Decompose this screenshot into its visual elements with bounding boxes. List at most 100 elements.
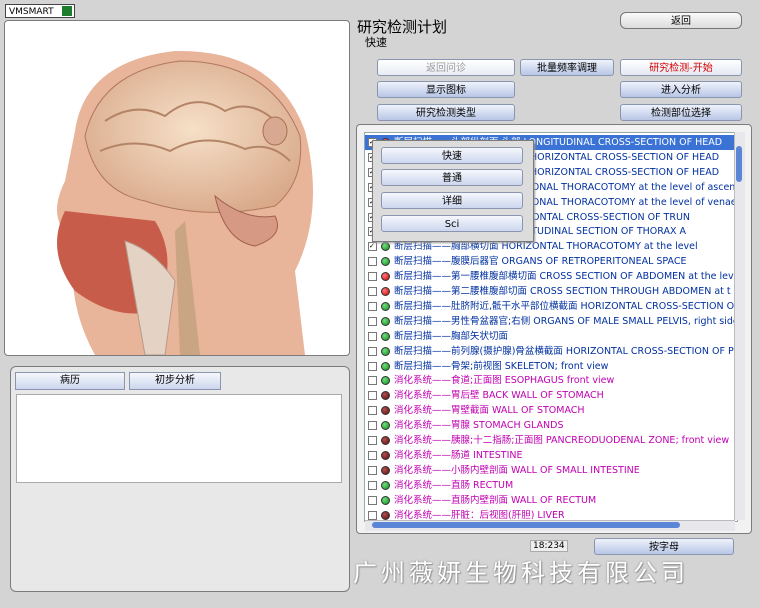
list-item[interactable]: 消化系统——直肠 RECTUM — [365, 478, 737, 493]
checkbox-unchecked[interactable] — [368, 301, 377, 311]
status-dot-icon — [381, 376, 390, 386]
checkbox-unchecked[interactable] — [368, 257, 377, 267]
logo-mark-icon — [62, 6, 72, 16]
list-item-label: 断层扫描——肚脐附近,骶干水平部位横截面 HORIZONTAL CROSS-SE… — [394, 300, 735, 312]
select-part-button[interactable]: 检测部位选择 — [620, 104, 742, 121]
status-dot-icon — [381, 510, 390, 520]
status-dot-icon — [381, 331, 390, 341]
history-text-area[interactable] — [16, 394, 342, 483]
status-dot-icon — [381, 346, 390, 356]
anatomy-image-panel — [4, 20, 350, 356]
list-horizontal-scroll-thumb[interactable] — [372, 522, 680, 528]
status-dot-icon — [381, 421, 390, 431]
logo-text: VMSMART — [9, 7, 54, 17]
checkbox-checked[interactable]: ✓ — [368, 242, 377, 252]
back-to-consult-button[interactable]: 返回问诊 — [377, 59, 515, 76]
status-dot-icon — [381, 480, 390, 490]
back-button[interactable]: 返回 — [620, 12, 742, 29]
checkbox-unchecked[interactable] — [368, 406, 377, 416]
list-item-label: 断层扫描——第一腰椎腹部横切面 CROSS SECTION OF ABDOMEN… — [394, 271, 738, 283]
popup-option-sci[interactable]: Sci — [381, 215, 523, 232]
list-item-label: 消化系统——胰腺;十二指肠;正面图 PANCREODUODENAL ZONE; … — [394, 435, 730, 446]
show-icon-button[interactable]: 显示图标 — [377, 81, 515, 98]
status-dot-icon — [381, 316, 390, 326]
list-item-label: 断层扫描——胸部横切面 HORIZONTAL THORACOTOMY at th… — [394, 241, 698, 253]
status-dot-icon — [381, 495, 390, 505]
status-timestamp: 18:234 — [530, 540, 568, 552]
list-item-label: 消化系统——肠道 INTESTINE — [394, 449, 523, 461]
status-dot-icon — [381, 465, 390, 475]
checkbox-unchecked[interactable] — [368, 331, 377, 341]
list-item[interactable]: 断层扫描——第二腰椎腹部切面 CROSS SECTION THROUGH ABD… — [365, 284, 737, 299]
checkbox-unchecked[interactable] — [368, 495, 377, 505]
status-dot-icon — [381, 301, 390, 311]
status-dot-icon — [381, 361, 390, 371]
research-type-popup: 快速 普通 详细 Sci — [372, 140, 534, 242]
status-dot-icon — [381, 257, 390, 267]
list-item-label: 断层扫描——胸部矢状切面 — [394, 330, 509, 342]
checkbox-unchecked[interactable] — [368, 465, 377, 475]
list-item[interactable]: 断层扫描——男性骨盆器官;右侧 ORGANS OF MALE SMALL PEL… — [365, 314, 737, 329]
list-item-label: 消化系统——肝脏：后视图(肝胆) LIVER — [394, 509, 565, 521]
list-item[interactable]: 消化系统——直肠内壁剖面 WALL OF RECTUM — [365, 493, 737, 508]
list-item[interactable]: 断层扫描——前列腺(摄护腺)骨盆横截面 HORIZONTAL CROSS-SEC… — [365, 344, 737, 359]
list-item-label: 消化系统——食道;正面图 ESOPHAGUS front view — [394, 375, 615, 387]
list-item-label: 消化系统——胃壁截面 WALL OF STOMACH — [394, 405, 585, 417]
popup-option-normal[interactable]: 普通 — [381, 169, 523, 186]
list-item[interactable]: 消化系统——食道;正面图 ESOPHAGUS front view — [365, 373, 737, 388]
list-item-label: 消化系统——小肠内壁剖面 WALL OF SMALL INTESTINE — [394, 464, 640, 476]
checkbox-unchecked[interactable] — [368, 346, 377, 356]
checkbox-unchecked[interactable] — [368, 436, 377, 445]
list-item-label: 消化系统——胃腺 STOMACH GLANDS — [394, 420, 564, 432]
app-logo: VMSMART — [5, 4, 75, 18]
batch-frequency-button[interactable]: 批量频率调理 — [520, 59, 614, 76]
list-item[interactable]: 消化系统——胰腺;十二指肠;正面图 PANCREODUODENAL ZONE; … — [365, 433, 737, 448]
checkbox-unchecked[interactable] — [368, 361, 377, 371]
checkbox-unchecked[interactable] — [368, 272, 377, 282]
research-type-button[interactable]: 研究检测类型 — [377, 104, 515, 121]
list-item[interactable]: 消化系统——肠道 INTESTINE — [365, 448, 737, 463]
head-section-illustration — [57, 50, 313, 355]
list-item-label: 消化系统——胃后壁 BACK WALL OF STOMACH — [394, 390, 604, 402]
list-item[interactable]: 断层扫描——肚脐附近,骶干水平部位横截面 HORIZONTAL CROSS-SE… — [365, 299, 737, 314]
tab-preliminary-analysis[interactable]: 初步分析 — [129, 372, 221, 390]
list-item-label: 断层扫描——前列腺(摄护腺)骨盆横截面 HORIZONTAL CROSS-SEC… — [394, 345, 738, 357]
list-item[interactable]: 断层扫描——第一腰椎腹部横切面 CROSS SECTION OF ABDOMEN… — [365, 269, 737, 284]
list-item[interactable]: 消化系统——胃壁截面 WALL OF STOMACH — [365, 403, 737, 418]
list-item[interactable]: 消化系统——胃腺 STOMACH GLANDS — [365, 418, 737, 433]
tab-medical-record[interactable]: 病历 — [15, 372, 125, 390]
status-dot-icon — [381, 287, 390, 296]
status-dot-icon — [381, 406, 390, 416]
checkbox-unchecked[interactable] — [368, 316, 377, 326]
list-item-label: 断层扫描——骨架;前视图 SKELETON; front view — [394, 360, 609, 372]
list-item-label: 断层扫描——腹膜后器官 ORGANS OF RETROPERITONEAL SP… — [394, 256, 687, 268]
checkbox-unchecked[interactable] — [368, 287, 377, 296]
popup-option-quick[interactable]: 快速 — [381, 147, 523, 164]
list-item[interactable]: 断层扫描——骨架;前视图 SKELETON; front view — [365, 359, 737, 374]
list-item-label: 断层扫描——男性骨盆器官;右侧 ORGANS OF MALE SMALL PEL… — [394, 315, 738, 327]
list-vertical-scroll-thumb[interactable] — [736, 146, 742, 182]
status-dot-icon — [381, 450, 390, 460]
checkbox-unchecked[interactable] — [368, 421, 377, 431]
status-dot-icon — [381, 436, 390, 445]
list-item-label: 断层扫描——第二腰椎腹部切面 CROSS SECTION THROUGH ABD… — [394, 286, 731, 297]
checkbox-unchecked[interactable] — [368, 391, 377, 401]
list-item[interactable]: 消化系统——小肠内壁剖面 WALL OF SMALL INTESTINE — [365, 463, 737, 478]
status-dot-icon — [381, 391, 390, 401]
status-dot-icon — [381, 272, 390, 282]
checkbox-unchecked[interactable] — [368, 480, 377, 490]
checkbox-unchecked[interactable] — [368, 510, 377, 520]
list-item[interactable]: 断层扫描——胸部矢状切面 — [365, 329, 737, 344]
list-item-label: 消化系统——直肠 RECTUM — [394, 479, 514, 491]
checkbox-unchecked[interactable] — [368, 450, 377, 460]
mode-subtitle: 快速 — [365, 36, 387, 49]
list-vertical-scrollbar[interactable] — [734, 132, 745, 520]
status-dot-icon — [381, 242, 390, 252]
list-item[interactable]: 消化系统——胃后壁 BACK WALL OF STOMACH — [365, 388, 737, 403]
company-watermark: 广州薇妍生物科技有限公司 — [353, 559, 689, 587]
list-item[interactable]: 断层扫描——腹膜后器官 ORGANS OF RETROPERITONEAL SP… — [365, 254, 737, 269]
popup-option-detailed[interactable]: 详细 — [381, 192, 523, 209]
checkbox-unchecked[interactable] — [368, 376, 377, 386]
enter-analysis-button[interactable]: 进入分析 — [620, 81, 742, 98]
start-research-button[interactable]: 研究检测-开始 — [620, 59, 742, 76]
